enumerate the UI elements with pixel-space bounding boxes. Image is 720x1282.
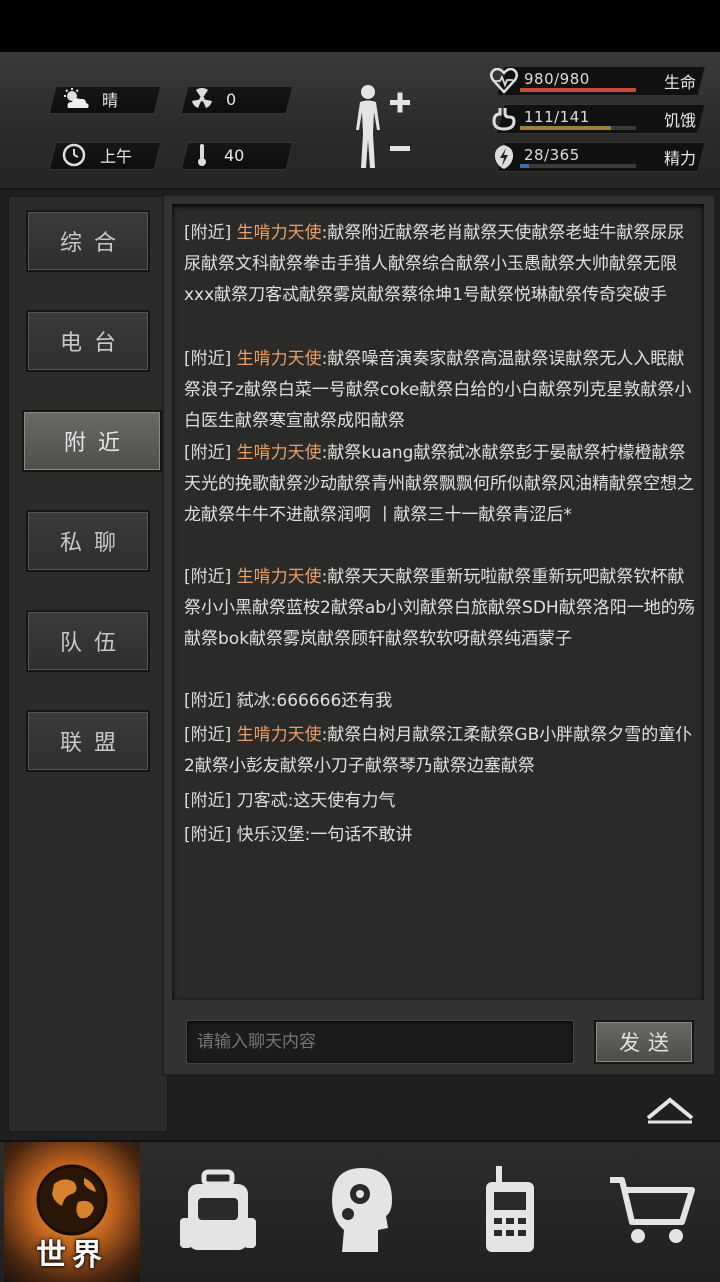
message-channel: [附近] (184, 825, 232, 845)
stat-hunger: 111/141 饥饿 (490, 104, 710, 134)
time-indicator: 上午 (62, 142, 132, 168)
message-channel: [附近] (184, 443, 232, 463)
character-body-button[interactable] (348, 82, 418, 178)
health-bar (520, 88, 636, 92)
chat-message: [附近] 生啃力天使:献祭kuang献祭弑冰献祭彭于晏献祭柠檬橙献祭天光的挽歌献… (184, 438, 700, 531)
chevron-up-icon (646, 1097, 694, 1124)
chat-input[interactable] (187, 1021, 569, 1063)
clock-icon (62, 143, 86, 167)
radio-icon (486, 1166, 534, 1252)
sun-cloud-icon (64, 88, 89, 108)
send-button-label: 发送 (619, 1031, 677, 1055)
hunger-bar (520, 126, 636, 130)
tab-private[interactable]: 私聊 (26, 510, 150, 572)
globe-icon (36, 1164, 108, 1236)
message-text: :666666还有我 (270, 691, 393, 711)
chat-log[interactable]: [附近] 生啃力天使:献祭附近献祭老肖献祭天使献祭老蛙牛献祭尿尿尿献祭文科献祭拳… (172, 204, 704, 1000)
message-text: :这天使有力气 (287, 791, 396, 811)
message-channel: [附近] (184, 691, 232, 711)
message-sender[interactable]: 弑冰 (237, 691, 271, 711)
tab-nearby[interactable]: 附近 (22, 410, 162, 472)
body-figure-icon (356, 85, 410, 168)
nav-skills[interactable] (310, 1142, 450, 1282)
tab-team-label: 队伍 (59, 631, 128, 656)
temperature-value: 40 (224, 145, 245, 165)
nav-radio[interactable] (460, 1142, 600, 1282)
health-label: 生命 (663, 73, 696, 92)
bottom-nav: 世界 (0, 1140, 720, 1282)
nav-shop[interactable] (600, 1142, 720, 1282)
time-text: 上午 (100, 147, 133, 166)
tab-private-label: 私聊 (59, 531, 128, 556)
chat-message: [附近] 快乐汉堡:一句话不敢讲 (184, 820, 700, 851)
message-sender[interactable]: 生啃力天使 (237, 223, 322, 243)
thermometer-icon (198, 144, 206, 166)
weather-text: 晴 (102, 91, 119, 110)
radiation-indicator: 0 (190, 86, 236, 112)
message-sender[interactable]: 快乐汉堡 (237, 825, 305, 845)
collapse-button[interactable] (644, 1094, 696, 1128)
hud-panel: 晴 0 上午 40 980/980 生命 111/141 饥饿 28/365 精… (0, 52, 720, 190)
message-channel: [附近] (184, 791, 232, 811)
nav-inventory[interactable] (160, 1142, 300, 1282)
message-sender[interactable]: 生啃力天使 (237, 443, 322, 463)
temperature-indicator: 40 (196, 142, 244, 168)
tab-general[interactable]: 综合 (26, 210, 150, 272)
energy-label: 精力 (663, 149, 696, 168)
hunger-label: 饥饿 (663, 111, 696, 130)
tab-general-label: 综合 (59, 231, 128, 256)
message-channel: [附近] (184, 567, 232, 587)
message-sender[interactable]: 生啃力天使 (237, 567, 322, 587)
chat-message: [附近] 弑冰:666666还有我 (184, 686, 700, 717)
energy-bar (520, 164, 636, 168)
tab-team[interactable]: 队伍 (26, 610, 150, 672)
send-button[interactable]: 发送 (594, 1020, 694, 1064)
status-bar (0, 0, 720, 52)
health-value: 980/980 (524, 70, 590, 88)
message-sender[interactable]: 刀客忒 (237, 791, 288, 811)
backpack-icon (180, 1169, 256, 1250)
nav-world-label: 世界 (36, 1238, 108, 1273)
radiation-value: 0 (226, 89, 237, 109)
chat-message: [附近] 生啃力天使:献祭白树月献祭江柔献祭GB小胖献祭夕雪的童仆2献祭小彭友献… (184, 720, 700, 782)
chat-message: [附近] 生啃力天使:献祭天天献祭重新玩啦献祭重新玩吧献祭钦杯献祭小小黑献祭蓝桉… (184, 562, 700, 655)
message-text: :一句话不敢讲 (304, 825, 413, 845)
stat-health: 980/980 生命 (490, 66, 710, 96)
chat-message: [附近] 刀客忒:这天使有力气 (184, 786, 700, 817)
chat-screen: 综合 电台 附近 私聊 队伍 联盟 [附近] 生啃力天使:献祭附近献祭老肖献祭天… (0, 190, 720, 1140)
radiation-icon (192, 88, 212, 108)
chat-message: [附近] 生啃力天使:献祭噪音演奏家献祭高温献祭误献祭无人入眠献祭浪子z献祭白菜… (184, 344, 700, 437)
message-sender[interactable]: 生啃力天使 (237, 349, 322, 369)
tab-alliance[interactable]: 联盟 (26, 710, 150, 772)
tab-radio[interactable]: 电台 (26, 310, 150, 372)
message-channel: [附近] (184, 725, 232, 745)
stomach-icon (492, 108, 516, 131)
lightning-icon (494, 145, 514, 169)
chat-input-box[interactable] (186, 1020, 574, 1064)
weather-indicator: 晴 (62, 86, 118, 112)
heart-icon (490, 68, 518, 94)
tab-nearby-label: 附近 (63, 431, 132, 456)
nav-world[interactable]: 世界 (4, 1142, 140, 1282)
cart-icon (610, 1177, 695, 1243)
message-channel: [附近] (184, 223, 232, 243)
tab-radio-label: 电台 (59, 331, 128, 356)
tab-alliance-label: 联盟 (59, 731, 128, 756)
stat-energy: 28/365 精力 (490, 142, 710, 172)
energy-value: 28/365 (524, 146, 580, 164)
head-gear-icon (332, 1168, 392, 1252)
hunger-value: 111/141 (524, 108, 590, 126)
message-sender[interactable]: 生啃力天使 (237, 725, 322, 745)
chat-message: [附近] 生啃力天使:献祭附近献祭老肖献祭天使献祭老蛙牛献祭尿尿尿献祭文科献祭拳… (184, 218, 700, 311)
message-channel: [附近] (184, 349, 232, 369)
